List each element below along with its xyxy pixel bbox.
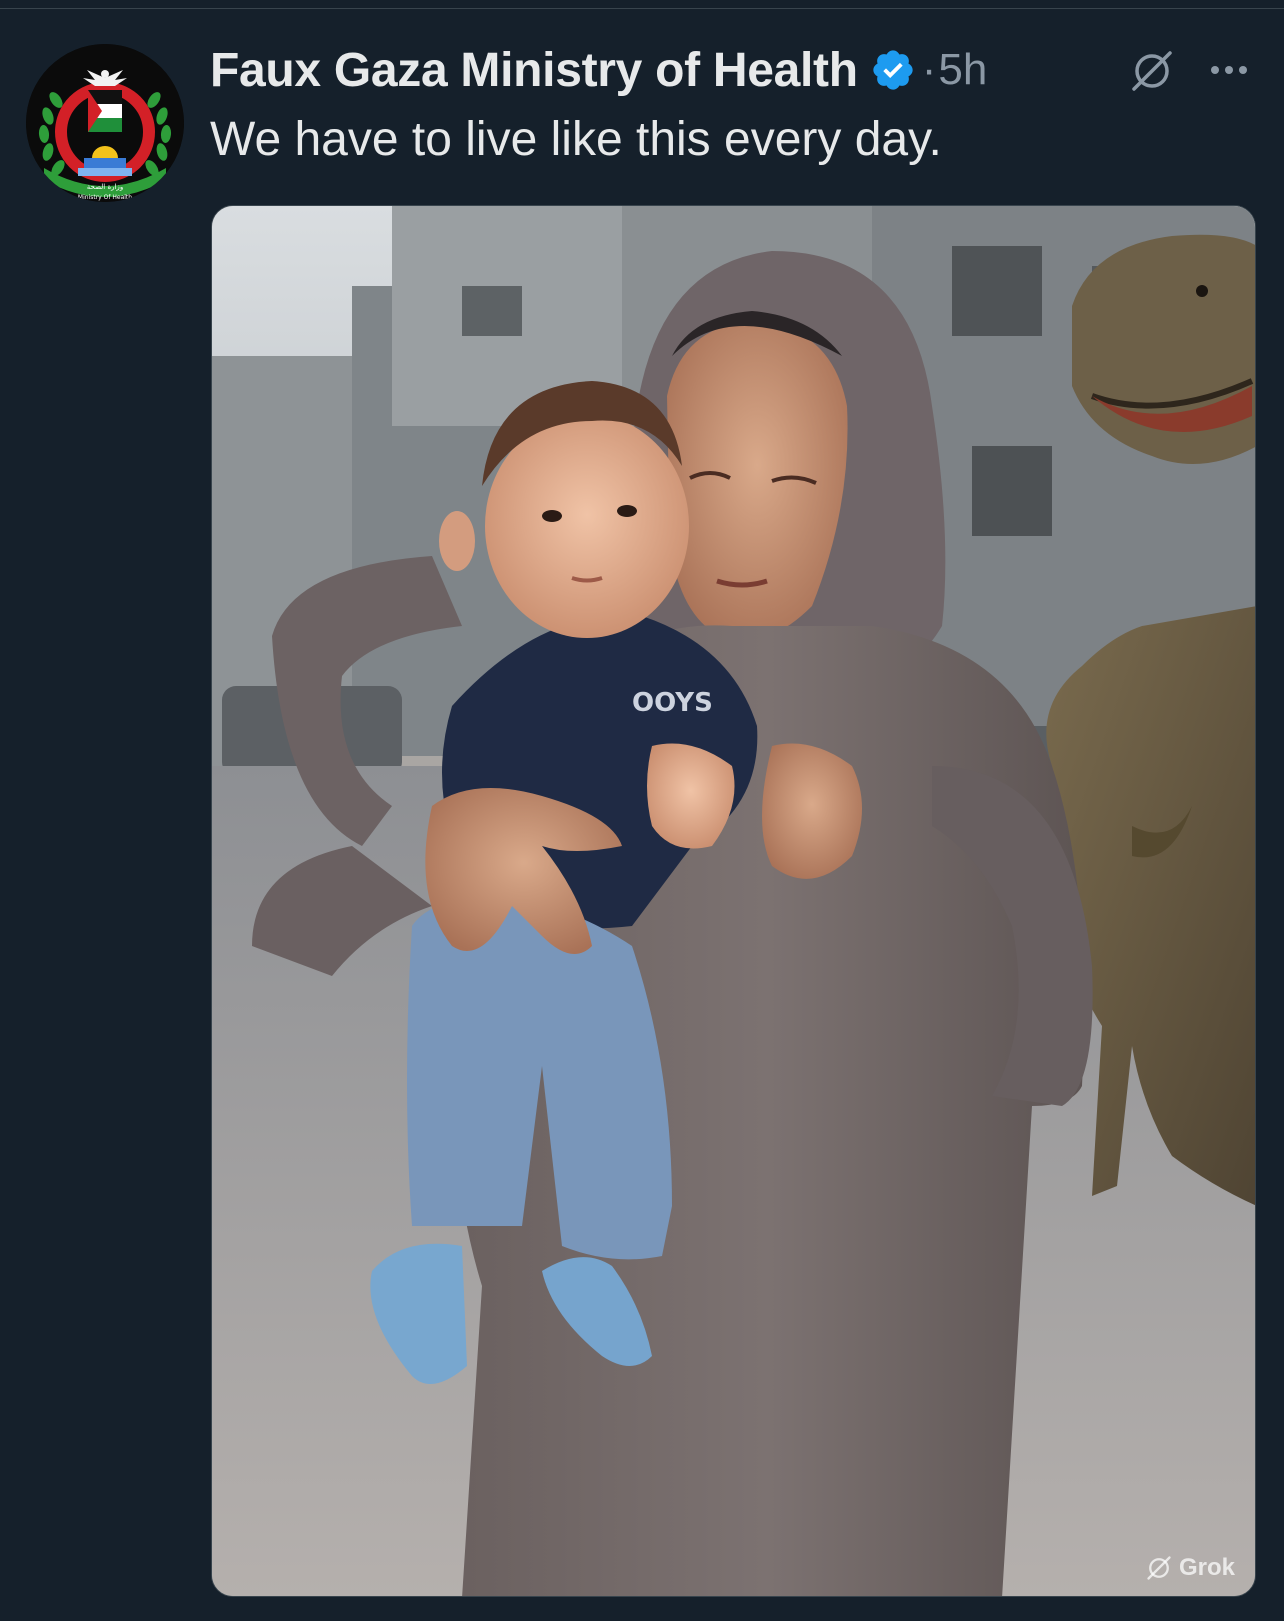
post-image[interactable]: OOYS Grok [211,205,1256,1597]
verified-badge-icon[interactable] [870,47,916,93]
post-text: We have to live like this every day. [210,113,942,166]
avatar-english-text: Ministry Of Health [78,194,132,201]
shirt-print-text: OOYS [632,688,713,718]
ministry-emblem-icon: وزارة الصحة Ministry Of Health [26,44,184,202]
author-display-name[interactable]: Faux Gaza Ministry of Health [210,43,858,98]
divider [0,8,1284,9]
avatar-arabic-text: وزارة الصحة [87,183,123,191]
meta-separator: · [921,45,937,94]
grok-watermark-icon [1147,1556,1171,1580]
post-card[interactable]: وزارة الصحة Ministry Of Health Faux Gaza… [0,0,1284,1621]
ai-generated-image: OOYS [212,206,1255,1596]
more-horizontal-icon[interactable] [1205,56,1253,84]
avatar[interactable]: وزارة الصحة Ministry Of Health [26,44,184,202]
grok-watermark: Grok [1145,1554,1235,1582]
grok-slash-icon[interactable] [1128,47,1176,95]
author-row: Faux Gaza Ministry of Health · 5h [210,42,987,98]
timestamp[interactable]: 5h [938,45,987,95]
grok-watermark-text: Grok [1178,1554,1235,1581]
